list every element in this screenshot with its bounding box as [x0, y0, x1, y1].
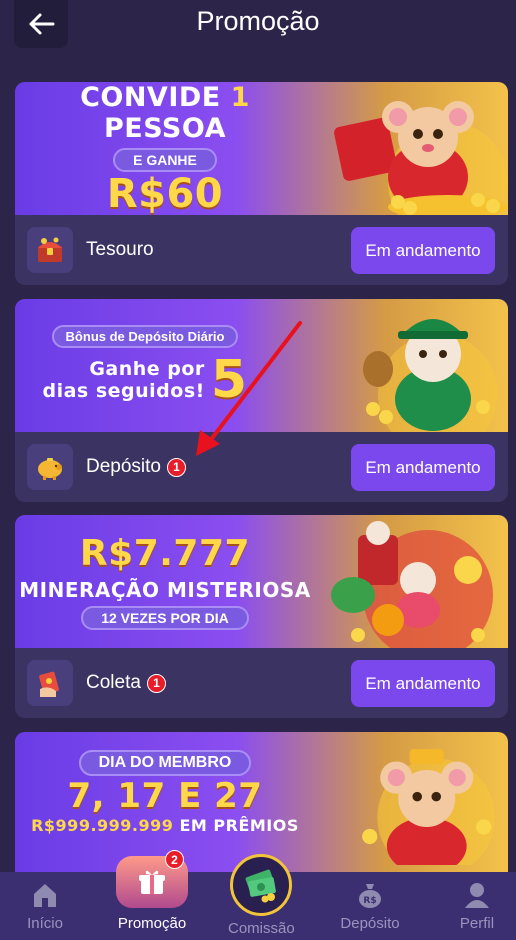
mascots-group-image — [331, 521, 493, 648]
promo-card-member-day[interactable]: DIA DO MEMBRO 7, 17 E 27 R$999.999.999 E… — [15, 732, 508, 872]
nav-item-deposito[interactable]: R$ Depósito — [330, 872, 410, 940]
banner-pill: E GANHE — [113, 147, 217, 172]
promo-card-deposito[interactable]: Bônus de Depósito Diário Ganhe por dias … — [15, 299, 508, 502]
status-button[interactable]: Em andamento — [351, 660, 495, 707]
promo-label: Coleta 1 — [86, 672, 166, 694]
rat-mascot-image — [362, 749, 496, 865]
banner-pill: Bônus de Depósito Diário — [51, 325, 239, 348]
piggy-bank-icon — [27, 444, 73, 490]
promo-card-coleta[interactable]: R$7.777 MINERAÇÃO MISTERIOSA 12 VEZES PO… — [15, 515, 508, 718]
money-stack-icon-button — [230, 854, 292, 916]
promo-label: Tesouro — [86, 239, 154, 261]
money-stack-icon — [245, 869, 276, 903]
banner-line: dias seguidos! — [42, 380, 205, 402]
status-button[interactable]: Em andamento — [351, 444, 495, 491]
promo-card-tesouro[interactable]: CONVIDE 1 PESSOA E GANHE R$60 Tesouro Em… — [15, 82, 508, 285]
promo-row: Tesouro Em andamento — [15, 215, 508, 285]
nav-label: Comissão — [228, 920, 295, 937]
promo-banner-mining[interactable]: R$7.777 MINERAÇÃO MISTERIOSA 12 VEZES PO… — [15, 515, 508, 648]
notification-badge: 1 — [167, 457, 186, 477]
money-bag-icon: R$ — [359, 884, 381, 908]
promo-label-text: Coleta — [86, 672, 141, 693]
banner-prize-amount: R$999.999.999 — [31, 815, 174, 835]
banner-line: 1 — [230, 82, 250, 113]
notification-badge: 1 — [146, 673, 166, 693]
banner-line: PESSOA — [103, 112, 227, 144]
promo-banner-member-day[interactable]: DIA DO MEMBRO 7, 17 E 27 R$999.999.999 E… — [15, 732, 508, 872]
banner-pill: DIA DO MEMBRO — [78, 749, 252, 776]
banner-line: Ganhe por — [89, 358, 205, 380]
banner-text: R$7.777 MINERAÇÃO MISTERIOSA 12 VEZES PO… — [15, 515, 315, 648]
gift-icon — [139, 870, 165, 894]
promo-banner-invite[interactable]: CONVIDE 1 PESSOA E GANHE R$60 — [15, 82, 508, 215]
status-button[interactable]: Em andamento — [351, 227, 495, 274]
banner-line: EM PRÊMIOS — [179, 815, 299, 835]
banner-day-count: 5 — [210, 350, 248, 410]
promo-row: Depósito 1 Em andamento — [15, 432, 508, 502]
user-icon — [465, 883, 489, 908]
banner-dates: 7, 17 E 27 — [67, 775, 263, 816]
nav-label: Início — [27, 915, 63, 932]
banner-text: Bônus de Depósito Diário Ganhe por dias … — [15, 299, 275, 432]
red-envelope-icon — [27, 660, 73, 706]
banner-text: DIA DO MEMBRO 7, 17 E 27 R$999.999.999 E… — [15, 732, 315, 852]
header: Promoção — [0, 0, 516, 50]
bottom-nav: Início 2 Promoção Comissão R$ Depósito P… — [0, 850, 516, 940]
nav-item-perfil[interactable]: Perfil — [446, 872, 508, 940]
banner-pill: 12 VEZES POR DIA — [81, 605, 249, 630]
banner-line: MINERAÇÃO MISTERIOSA — [19, 577, 311, 602]
rat-mascot-image — [334, 101, 508, 215]
home-icon — [34, 884, 56, 907]
nav-label: Perfil — [459, 915, 495, 932]
rabbit-mascot-image — [363, 319, 498, 432]
nav-label: Promoção — [117, 915, 187, 932]
nav-label: Depósito — [340, 915, 400, 932]
promo-label-text: Depósito — [86, 456, 161, 477]
promo-row: Coleta 1 Em andamento — [15, 648, 508, 718]
promo-label-text: Tesouro — [86, 239, 154, 260]
banner-line: CONVIDE — [80, 82, 221, 113]
treasure-chest-icon — [27, 227, 73, 273]
banner-text: CONVIDE 1 PESSOA E GANHE R$60 — [15, 82, 315, 215]
svg-text:R$: R$ — [363, 896, 376, 906]
banner-amount: R$60 — [106, 170, 224, 216]
nav-item-comissao[interactable]: Comissão — [222, 854, 302, 940]
nav-item-promocao[interactable]: 2 Promoção — [102, 850, 202, 940]
gift-icon-button: 2 — [116, 850, 188, 908]
promo-label: Depósito 1 — [86, 456, 186, 478]
page-title: Promoção — [196, 6, 320, 36]
banner-amount: R$7.777 — [79, 532, 251, 574]
promo-banner-daily-deposit[interactable]: Bônus de Depósito Diário Ganhe por dias … — [15, 299, 508, 432]
nav-badge: 2 — [165, 850, 184, 869]
nav-item-inicio[interactable]: Início — [14, 872, 76, 940]
